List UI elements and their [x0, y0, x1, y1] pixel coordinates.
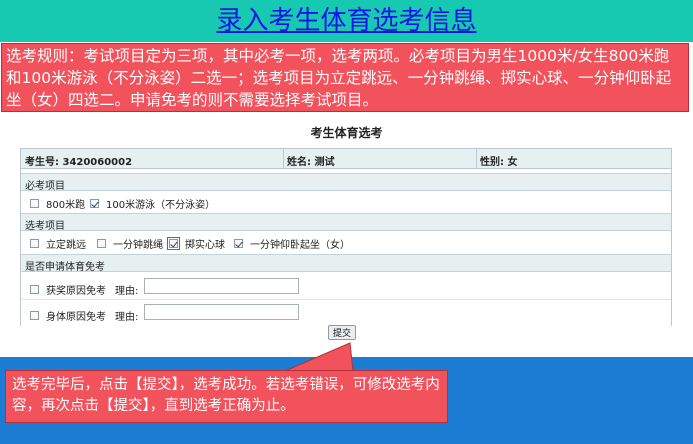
callout-pointer-shape	[284, 342, 354, 372]
submit-callout: 选考完毕后，点击【提交】，选考成功。若选考错误，可修改选考内容，再次点击【提交】…	[5, 370, 448, 423]
submit-note-text: 选考完毕后，点击【提交】，选考成功。若选考错误，可修改选考内容，再次点击【提交】…	[12, 377, 440, 414]
